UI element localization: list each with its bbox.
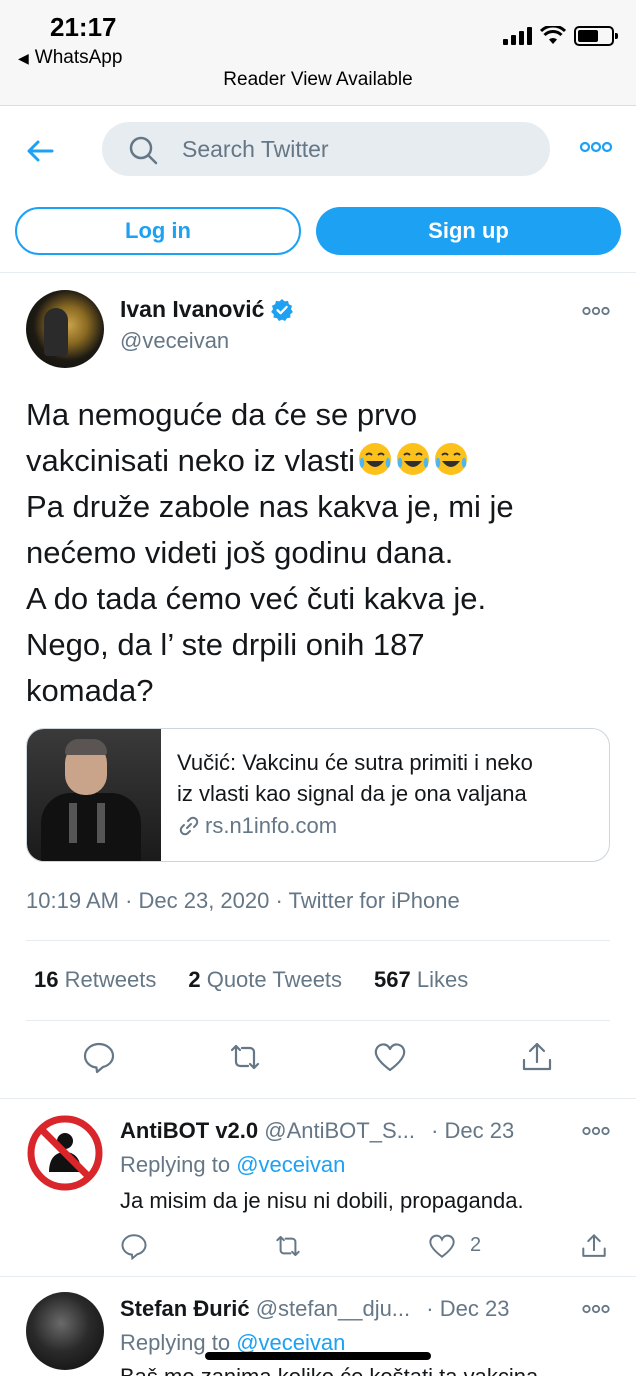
reply-date: · Dec 23 — [426, 1296, 510, 1321]
link-preview-card[interactable]: Vučić: Vakcinu će sutra primiti i neko i… — [26, 728, 610, 862]
status-icons — [503, 26, 618, 46]
reply-text: Ja misim da je nisu ni dobili, propagand… — [120, 1188, 524, 1213]
reply-like-count: 2 — [470, 1234, 482, 1256]
back-triangle-icon: ◀ — [18, 50, 29, 66]
author-avatar[interactable] — [26, 290, 104, 368]
tweet-text: Ma nemoguće da će se prvo vakcinisati ne… — [26, 392, 606, 714]
retweets-label: Retweets — [64, 967, 157, 992]
reply-author-name[interactable]: AntiBOT v2.0 — [120, 1118, 258, 1143]
tweet-stats: 16 Retweets 2 Quote Tweets 567 Likes — [34, 967, 468, 993]
reader-view-label[interactable]: Reader View Available — [0, 69, 636, 91]
tweet-line: komada? — [26, 673, 154, 708]
replying-to: Replying to @veceivan — [120, 1152, 345, 1178]
quotes-label: Quote Tweets — [206, 967, 343, 992]
card-title-line: iz vlasti kao signal da je ona valjana — [177, 781, 527, 806]
reply-more-icon[interactable] — [582, 1302, 610, 1316]
signup-button[interactable]: Sign up — [316, 207, 621, 255]
reply-text: Baš me zanima koliko će koštati ta vakci… — [120, 1364, 538, 1376]
status-time: 21:17 — [50, 12, 117, 42]
retweets-stat[interactable]: 16 Retweets — [34, 967, 156, 993]
divider — [0, 1276, 636, 1277]
tweet-line: vakcinisati neko iz vlasti — [26, 443, 356, 478]
tweet-line: Nego, da l’ ste drpili onih 187 — [26, 627, 425, 662]
reply-author-handle[interactable]: @AntiBOT_S... — [264, 1118, 415, 1143]
reply-icon[interactable] — [82, 1040, 116, 1074]
quotes-count: 2 — [188, 967, 201, 992]
retweet-icon[interactable] — [274, 1232, 302, 1260]
tweet-line: A do tada ćemo već čuti kakva je. — [26, 581, 487, 616]
login-button[interactable]: Log in — [15, 207, 301, 255]
retweet-icon[interactable] — [228, 1040, 262, 1074]
replying-prefix: Replying to — [120, 1152, 231, 1177]
reply-author-name[interactable]: Stefan Đurić — [120, 1296, 250, 1321]
likes-count: 567 — [374, 967, 411, 992]
reply-avatar[interactable] — [26, 1292, 104, 1370]
search-placeholder: Search Twitter — [182, 136, 329, 162]
replying-to-link[interactable]: @veceivan — [236, 1152, 345, 1177]
card-domain-text: rs.n1info.com — [205, 813, 338, 838]
tears-of-joy-emoji-icon — [435, 443, 468, 475]
search-input[interactable]: Search Twitter — [102, 122, 550, 176]
more-options-icon[interactable] — [580, 139, 612, 155]
ios-status-bar: 21:17 ◀ WhatsApp Reader View Available — [0, 0, 636, 106]
likes-stat[interactable]: 567 Likes — [374, 967, 468, 993]
divider — [0, 1098, 636, 1099]
tweet-timestamp: 10:19 AM · Dec 23, 2020 · Twitter for iP… — [26, 888, 460, 913]
tears-of-joy-emoji-icon — [397, 443, 430, 475]
search-icon — [129, 136, 158, 165]
reply-icon[interactable] — [120, 1232, 148, 1260]
likes-label: Likes — [416, 967, 469, 992]
back-app-label: WhatsApp — [34, 47, 123, 68]
reply-author-handle[interactable]: @stefan__dju... — [256, 1296, 410, 1321]
tweet-line: nećemo videti još godinu dana. — [26, 535, 454, 570]
battery-icon — [574, 26, 618, 46]
home-indicator[interactable] — [205, 1352, 431, 1360]
reply-header: Stefan Đurić @stefan__dju... · Dec 23 — [120, 1296, 509, 1322]
reply-avatar[interactable] — [26, 1114, 104, 1192]
tweet-line: Pa druže zabole nas kakva je, mi je — [26, 489, 514, 524]
no-bots-icon — [27, 1115, 103, 1191]
link-icon — [179, 816, 199, 836]
author-name-text: Ivan Ivanović — [120, 296, 265, 322]
card-title: Vučić: Vakcinu će sutra primiti i neko i… — [177, 747, 597, 809]
reply-actions: 2 — [0, 1232, 636, 1262]
reply-more-icon[interactable] — [582, 1124, 610, 1138]
verified-badge-icon — [271, 298, 294, 321]
card-domain: rs.n1info.com — [177, 813, 337, 839]
tweet-more-icon[interactable] — [582, 304, 610, 318]
divider — [26, 1020, 610, 1021]
reply-header: AntiBOT v2.0 @AntiBOT_S... · Dec 23 — [120, 1118, 514, 1144]
twitter-header: Search Twitter Log in Sign up — [0, 107, 636, 273]
card-thumbnail-image — [27, 729, 161, 861]
cellular-signal-icon — [503, 27, 532, 45]
tweet-line-with-emoji: vakcinisati neko iz vlasti — [26, 438, 606, 484]
tears-of-joy-emoji-icon — [359, 443, 392, 475]
author-handle[interactable]: @veceivan — [120, 328, 229, 354]
share-icon[interactable] — [520, 1040, 554, 1074]
like-heart-icon[interactable] — [373, 1040, 407, 1074]
author-name[interactable]: Ivan Ivanović — [120, 296, 294, 323]
tweet-line: Ma nemoguće da će se prvo — [26, 397, 418, 432]
reply-date: · Dec 23 — [431, 1118, 515, 1143]
divider — [26, 940, 610, 941]
wifi-icon — [540, 26, 566, 44]
back-arrow-icon[interactable] — [24, 135, 56, 167]
quote-tweets-stat[interactable]: 2 Quote Tweets — [188, 967, 342, 993]
like-heart-icon[interactable] — [428, 1232, 456, 1260]
card-title-line: Vučić: Vakcinu će sutra primiti i neko — [177, 750, 533, 775]
share-icon[interactable] — [580, 1232, 608, 1260]
tweet-actions — [0, 1040, 636, 1080]
back-to-app-link[interactable]: ◀ WhatsApp — [18, 47, 122, 69]
retweets-count: 16 — [34, 967, 59, 992]
